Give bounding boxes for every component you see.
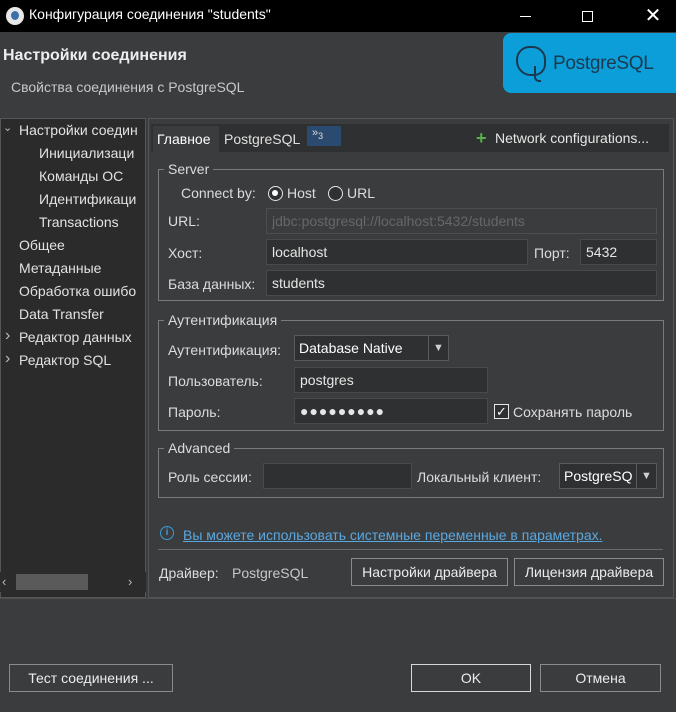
info-icon: i — [160, 526, 174, 540]
url-radio-label: URL — [347, 185, 376, 201]
port-label: Порт: — [534, 245, 570, 261]
url-label: URL: — [168, 213, 200, 229]
session-role-label: Роль сессии: — [168, 469, 252, 485]
connect-by-label: Connect by: — [181, 185, 256, 201]
tree-item-init[interactable]: Инициализаци — [39, 143, 134, 163]
host-input[interactable]: localhost — [266, 239, 528, 265]
url-input[interactable]: jdbc:postgresql://localhost:5432/student… — [266, 208, 657, 234]
database-input[interactable]: students — [266, 270, 657, 296]
tree-item-data-transfer[interactable]: Data Transfer — [19, 304, 104, 324]
close-icon: ✕ — [644, 5, 662, 27]
auth-select-value: Database Native — [299, 340, 403, 356]
plus-icon[interactable]: + — [476, 127, 487, 149]
tab-postgresql[interactable]: PostgreSQL — [224, 126, 300, 152]
test-connection-button[interactable]: Тест соединения ... — [9, 664, 173, 692]
url-radio[interactable] — [328, 186, 343, 201]
app-icon — [6, 7, 24, 25]
user-label: Пользователь: — [168, 373, 263, 389]
driver-label: Драйвер: — [159, 565, 219, 581]
driver-settings-button[interactable]: Настройки драйвера — [351, 558, 508, 586]
session-role-input[interactable] — [263, 463, 412, 489]
tree-item-metadata[interactable]: Метаданные — [19, 258, 101, 278]
tree-item-identification[interactable]: Идентификаци — [39, 189, 136, 209]
tree-item-sql-editor[interactable]: Редактор SQL — [19, 350, 111, 370]
save-password-label: Сохранять пароль — [513, 404, 633, 420]
auth-group-title: Аутентификация — [164, 312, 282, 328]
password-input[interactable]: ●●●●●●●●● — [294, 398, 488, 424]
minimize-icon — [519, 15, 531, 17]
server-group-title: Server — [164, 161, 214, 177]
window-title: Конфигурация соединения "students" — [29, 6, 271, 22]
auth-select[interactable]: Database Native ▼ — [294, 335, 449, 361]
scroll-left-icon[interactable]: ‹ — [2, 574, 6, 589]
cancel-button[interactable]: Отмена — [540, 664, 661, 692]
local-client-value: PostgreSQ — [564, 468, 633, 484]
tree-item-transactions[interactable]: Transactions — [39, 212, 119, 232]
maximize-button[interactable] — [564, 0, 610, 32]
divider — [158, 549, 663, 550]
tree-item-general[interactable]: Общее — [19, 235, 65, 255]
ok-button[interactable]: OK — [411, 664, 531, 692]
chevron-down-icon: ▼ — [636, 464, 656, 488]
chevron-down-icon[interactable]: ⌄ — [3, 121, 12, 134]
tab-overflow-button[interactable]: »3 — [307, 126, 341, 146]
user-input[interactable]: postgres — [294, 367, 488, 393]
local-client-label: Локальный клиент: — [417, 469, 542, 485]
save-password-checkbox[interactable]: ✓ — [494, 404, 509, 419]
close-button[interactable]: ✕ — [630, 0, 676, 32]
tree-item-os-commands[interactable]: Команды ОС — [39, 166, 123, 186]
scroll-right-icon[interactable]: › — [128, 574, 132, 589]
tree-item-data-editor[interactable]: Редактор данных — [19, 327, 132, 347]
footer-divider — [0, 598, 676, 599]
page-title: Настройки соединения — [3, 47, 187, 64]
page-subtitle: Свойства соединения с PostgreSQL — [11, 79, 245, 95]
tree-item-error-handling[interactable]: Обработка ошибо — [19, 281, 136, 301]
logo-text: PostgreSQL — [553, 53, 654, 74]
scroll-thumb[interactable] — [16, 574, 88, 590]
auth-label: Аутентификация: — [168, 342, 282, 358]
chevron-right-icon[interactable]: › — [5, 350, 10, 368]
host-radio-label: Host — [287, 185, 316, 201]
advanced-group-title: Advanced — [164, 440, 235, 456]
database-label: База данных: — [168, 276, 256, 292]
chevron-right-icon[interactable]: › — [5, 327, 10, 345]
minimize-button[interactable] — [502, 0, 548, 32]
maximize-icon — [581, 10, 593, 22]
host-label: Хост: — [168, 245, 203, 261]
network-configurations-button[interactable]: Network configurations... — [495, 130, 649, 146]
driver-license-button[interactable]: Лицензия драйвера — [514, 558, 664, 586]
password-label: Пароль: — [168, 404, 221, 420]
chevron-down-icon: ▼ — [428, 336, 448, 360]
tree-item-connection-settings[interactable]: Настройки соедин — [19, 120, 138, 140]
elephant-icon — [516, 46, 546, 82]
host-radio[interactable] — [268, 186, 283, 201]
port-input[interactable]: 5432 — [580, 239, 657, 265]
system-variables-link[interactable]: Вы можете использовать системные перемен… — [183, 527, 603, 543]
tab-main[interactable]: Главное — [153, 126, 219, 152]
local-client-select[interactable]: PostgreSQ ▼ — [559, 463, 657, 489]
tab-overflow-count: 3 — [318, 131, 324, 142]
driver-value: PostgreSQL — [232, 565, 309, 581]
